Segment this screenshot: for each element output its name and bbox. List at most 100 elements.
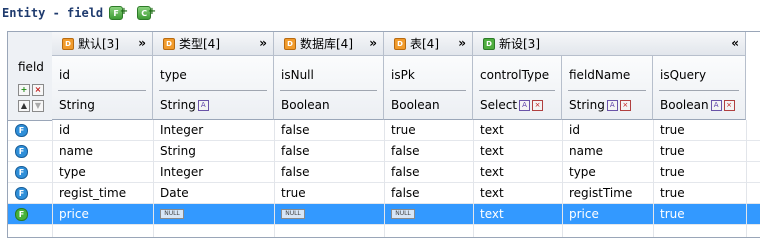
group-label: 新设[3] (499, 37, 540, 51)
field-grid: field + × ▲ ▼ D 默认[3] » D 类型[4] » D 数据库[… (7, 31, 760, 238)
cell-type[interactable]: Date (160, 186, 189, 200)
group-header-type[interactable]: D 类型[4] » (153, 32, 274, 56)
null-badge[interactable]: NULL (391, 209, 415, 219)
cell-isnull[interactable]: false (281, 123, 310, 137)
row-header-corner: field + × ▲ ▼ (8, 32, 53, 121)
field-icon: F (15, 166, 28, 179)
cell-id[interactable]: name (59, 144, 93, 158)
group-header-database[interactable]: D 数据库[4] » (274, 32, 384, 56)
column-type: Boolean (281, 98, 330, 112)
cell-isquery[interactable]: true (660, 144, 685, 158)
column-divider (52, 120, 53, 237)
group-label: 类型[4] (179, 37, 220, 51)
cell-type[interactable]: String (160, 144, 196, 158)
column-divider (384, 120, 385, 237)
field-icon: F (15, 187, 28, 200)
cell-controltype[interactable]: text (480, 165, 504, 179)
column-type: String A × (569, 98, 631, 112)
cell-type[interactable]: Integer (160, 165, 203, 179)
column-header-fieldname[interactable]: fieldName String A × (562, 56, 653, 120)
cell-isquery[interactable]: true (660, 123, 685, 137)
header-divider (280, 90, 377, 91)
null-badge[interactable]: NULL (160, 209, 184, 219)
column-header-type[interactable]: type String A (153, 56, 274, 120)
collapse-toggle-icon[interactable]: » (259, 36, 267, 50)
orange-group-icon: D (62, 37, 74, 50)
cell-fieldname[interactable]: price (569, 207, 599, 221)
column-name: type (160, 68, 187, 82)
column-header-isquery[interactable]: isQuery Boolean A × (653, 56, 746, 120)
entity-title: Entity - field (2, 6, 104, 20)
cell-isnull[interactable]: false (281, 165, 310, 179)
cell-controltype[interactable]: text (480, 144, 504, 158)
cell-isnull[interactable]: false (281, 144, 310, 158)
add-field-icon[interactable]: F + (109, 6, 131, 20)
column-name: isPk (391, 68, 415, 82)
header-divider (58, 90, 146, 91)
group-header-default[interactable]: D 默认[3] » (52, 32, 153, 56)
move-up-icon[interactable]: ▲ (18, 100, 30, 112)
column-divider (562, 120, 563, 237)
add-row-icon[interactable]: + (18, 84, 30, 96)
cell-isquery[interactable]: true (660, 207, 685, 221)
cell-id[interactable]: type (59, 165, 86, 179)
header-divider (479, 90, 555, 91)
header-divider (568, 90, 646, 91)
column-name: fieldName (569, 68, 631, 82)
cell-isquery[interactable]: true (660, 186, 685, 200)
column-type: String (59, 98, 95, 112)
cell-ispk[interactable]: false (391, 144, 420, 158)
collapse-toggle-icon[interactable]: » (138, 36, 146, 50)
column-divider (153, 120, 154, 237)
edit-type-icon[interactable]: A (606, 99, 618, 111)
cell-id[interactable]: price (59, 207, 89, 221)
column-divider (653, 120, 654, 237)
group-header-new[interactable]: D 新设[3] « (473, 32, 746, 56)
null-badge[interactable]: NULL (281, 209, 305, 219)
delete-row-icon[interactable]: × (32, 84, 44, 96)
orange-group-icon: D (163, 37, 175, 50)
edit-type-icon[interactable]: A (710, 99, 722, 111)
column-header-controltype[interactable]: controlType Select A × (473, 56, 562, 120)
cell-ispk[interactable]: false (391, 165, 420, 179)
column-header-isnull[interactable]: isNull Boolean (274, 56, 384, 120)
edit-type-icon[interactable]: A (197, 99, 209, 111)
entity-title-bar: Entity - field F + C + (2, 2, 159, 24)
collapse-toggle-icon[interactable]: » (369, 36, 377, 50)
cell-isquery[interactable]: true (660, 165, 685, 179)
cell-ispk[interactable]: true (391, 123, 416, 137)
cell-type[interactable]: Integer (160, 123, 203, 137)
move-down-icon[interactable]: ▼ (32, 100, 44, 112)
cell-fieldname[interactable]: registTime (569, 186, 632, 200)
add-column-icon[interactable]: C + (137, 6, 159, 20)
column-type: Boolean (391, 98, 440, 112)
header-divider (390, 90, 466, 91)
field-icon: F (15, 145, 28, 158)
group-label: 表[4] (410, 37, 439, 51)
cell-controltype[interactable]: text (480, 123, 504, 137)
column-type: String A (160, 98, 209, 112)
column-header-ispk[interactable]: isPk Boolean (384, 56, 473, 120)
edit-type-icon[interactable]: A (519, 99, 531, 111)
column-header-id[interactable]: id String (52, 56, 153, 120)
cell-ispk[interactable]: false (391, 186, 420, 200)
cell-fieldname[interactable]: name (569, 144, 603, 158)
cell-controltype[interactable]: text (480, 186, 504, 200)
cell-fieldname[interactable]: type (569, 165, 596, 179)
column-name: isQuery (660, 68, 707, 82)
delete-column-icon[interactable]: × (619, 99, 631, 111)
cell-controltype[interactable]: text (480, 207, 504, 221)
group-header-table[interactable]: D 表[4] » (384, 32, 473, 56)
column-divider (746, 120, 747, 237)
delete-column-icon[interactable]: × (723, 99, 735, 111)
expand-toggle-icon[interactable]: « (731, 36, 739, 50)
collapse-toggle-icon[interactable]: » (458, 36, 466, 50)
column-name: id (59, 68, 70, 82)
column-divider (274, 120, 275, 237)
delete-column-icon[interactable]: × (532, 99, 544, 111)
cell-id[interactable]: id (59, 123, 70, 137)
cell-id[interactable]: regist_time (59, 186, 126, 200)
column-divider (473, 120, 474, 237)
cell-isnull[interactable]: true (281, 186, 306, 200)
cell-fieldname[interactable]: id (569, 123, 580, 137)
